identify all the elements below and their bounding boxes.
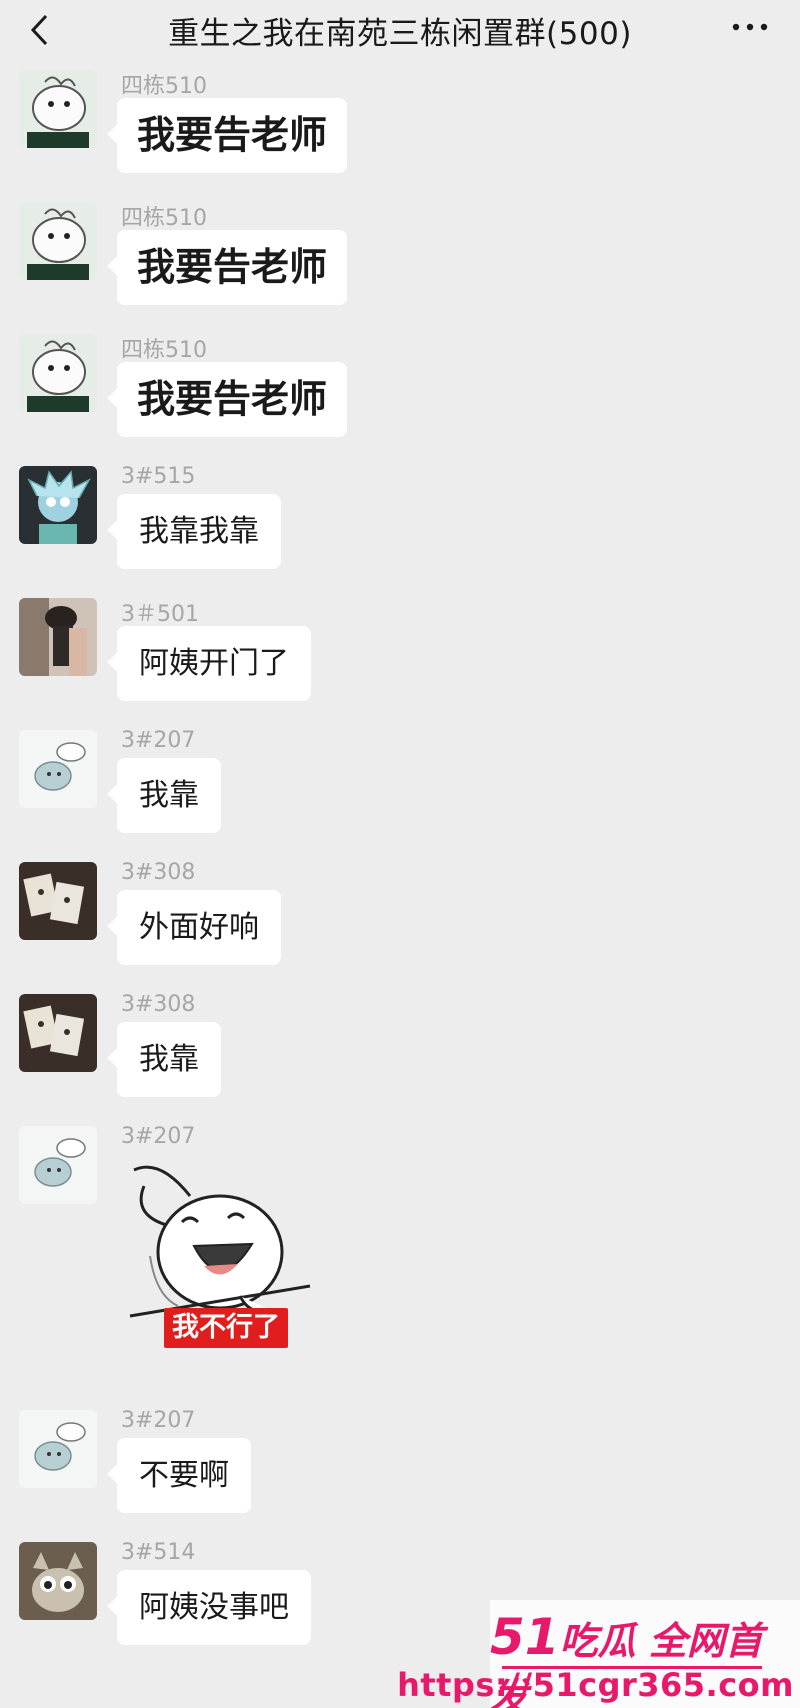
message-bubble[interactable]: 不要啊 — [107, 1438, 251, 1513]
more-dots-icon[interactable] — [730, 12, 770, 42]
message-bubble[interactable]: 阿姨开门了 — [107, 626, 311, 701]
avatar[interactable] — [19, 1542, 97, 1620]
avatar[interactable] — [19, 1126, 97, 1204]
sender-name: 3＃501 — [121, 602, 199, 627]
watermark-url[interactable]: https://51cgr365.com — [397, 1666, 794, 1704]
sender-name: 3#514 — [121, 1540, 196, 1565]
sender-name: 3#308 — [121, 860, 196, 885]
avatar[interactable] — [19, 70, 97, 148]
avatar[interactable] — [19, 334, 97, 412]
avatar[interactable] — [19, 466, 97, 544]
sticker-caption: 我不行了 — [164, 1308, 288, 1348]
message-bubble[interactable]: 我靠 — [107, 758, 221, 833]
message-bubble[interactable]: 我靠我靠 — [107, 494, 281, 569]
avatar[interactable] — [19, 202, 97, 280]
sender-name: 四栋510 — [121, 206, 207, 231]
chat-header: 重生之我在南苑三栋闲置群(500) — [0, 0, 800, 62]
message-bubble[interactable]: 外面好响 — [107, 890, 281, 965]
avatar[interactable] — [19, 1410, 97, 1488]
sender-name: 3#515 — [121, 464, 196, 489]
message-bubble[interactable]: 我要告老师 — [106, 362, 348, 437]
sender-name: 四栋510 — [121, 338, 207, 363]
message-bubble[interactable]: 我靠 — [107, 1022, 221, 1097]
avatar[interactable] — [19, 862, 97, 940]
avatar[interactable] — [19, 598, 97, 676]
avatar[interactable] — [19, 730, 97, 808]
avatar[interactable] — [19, 994, 97, 1072]
sender-name: 3#308 — [121, 992, 196, 1017]
sender-name: 3#207 — [121, 728, 196, 753]
message-bubble[interactable]: 我要告老师 — [106, 230, 348, 305]
sender-name: 3#207 — [121, 1408, 196, 1433]
message-bubble[interactable]: 阿姨没事吧 — [107, 1570, 311, 1645]
watermark: 51吃瓜 全网首发 https://51cgr365.com — [397, 1600, 800, 1708]
watermark-brand-num: 51 — [490, 1608, 560, 1666]
message-bubble[interactable]: 我要告老师 — [106, 98, 348, 173]
sender-name: 3#207 — [121, 1124, 196, 1149]
sender-name: 四栋510 — [121, 74, 207, 99]
chat-title: 重生之我在南苑三栋闲置群(500) — [168, 16, 632, 52]
